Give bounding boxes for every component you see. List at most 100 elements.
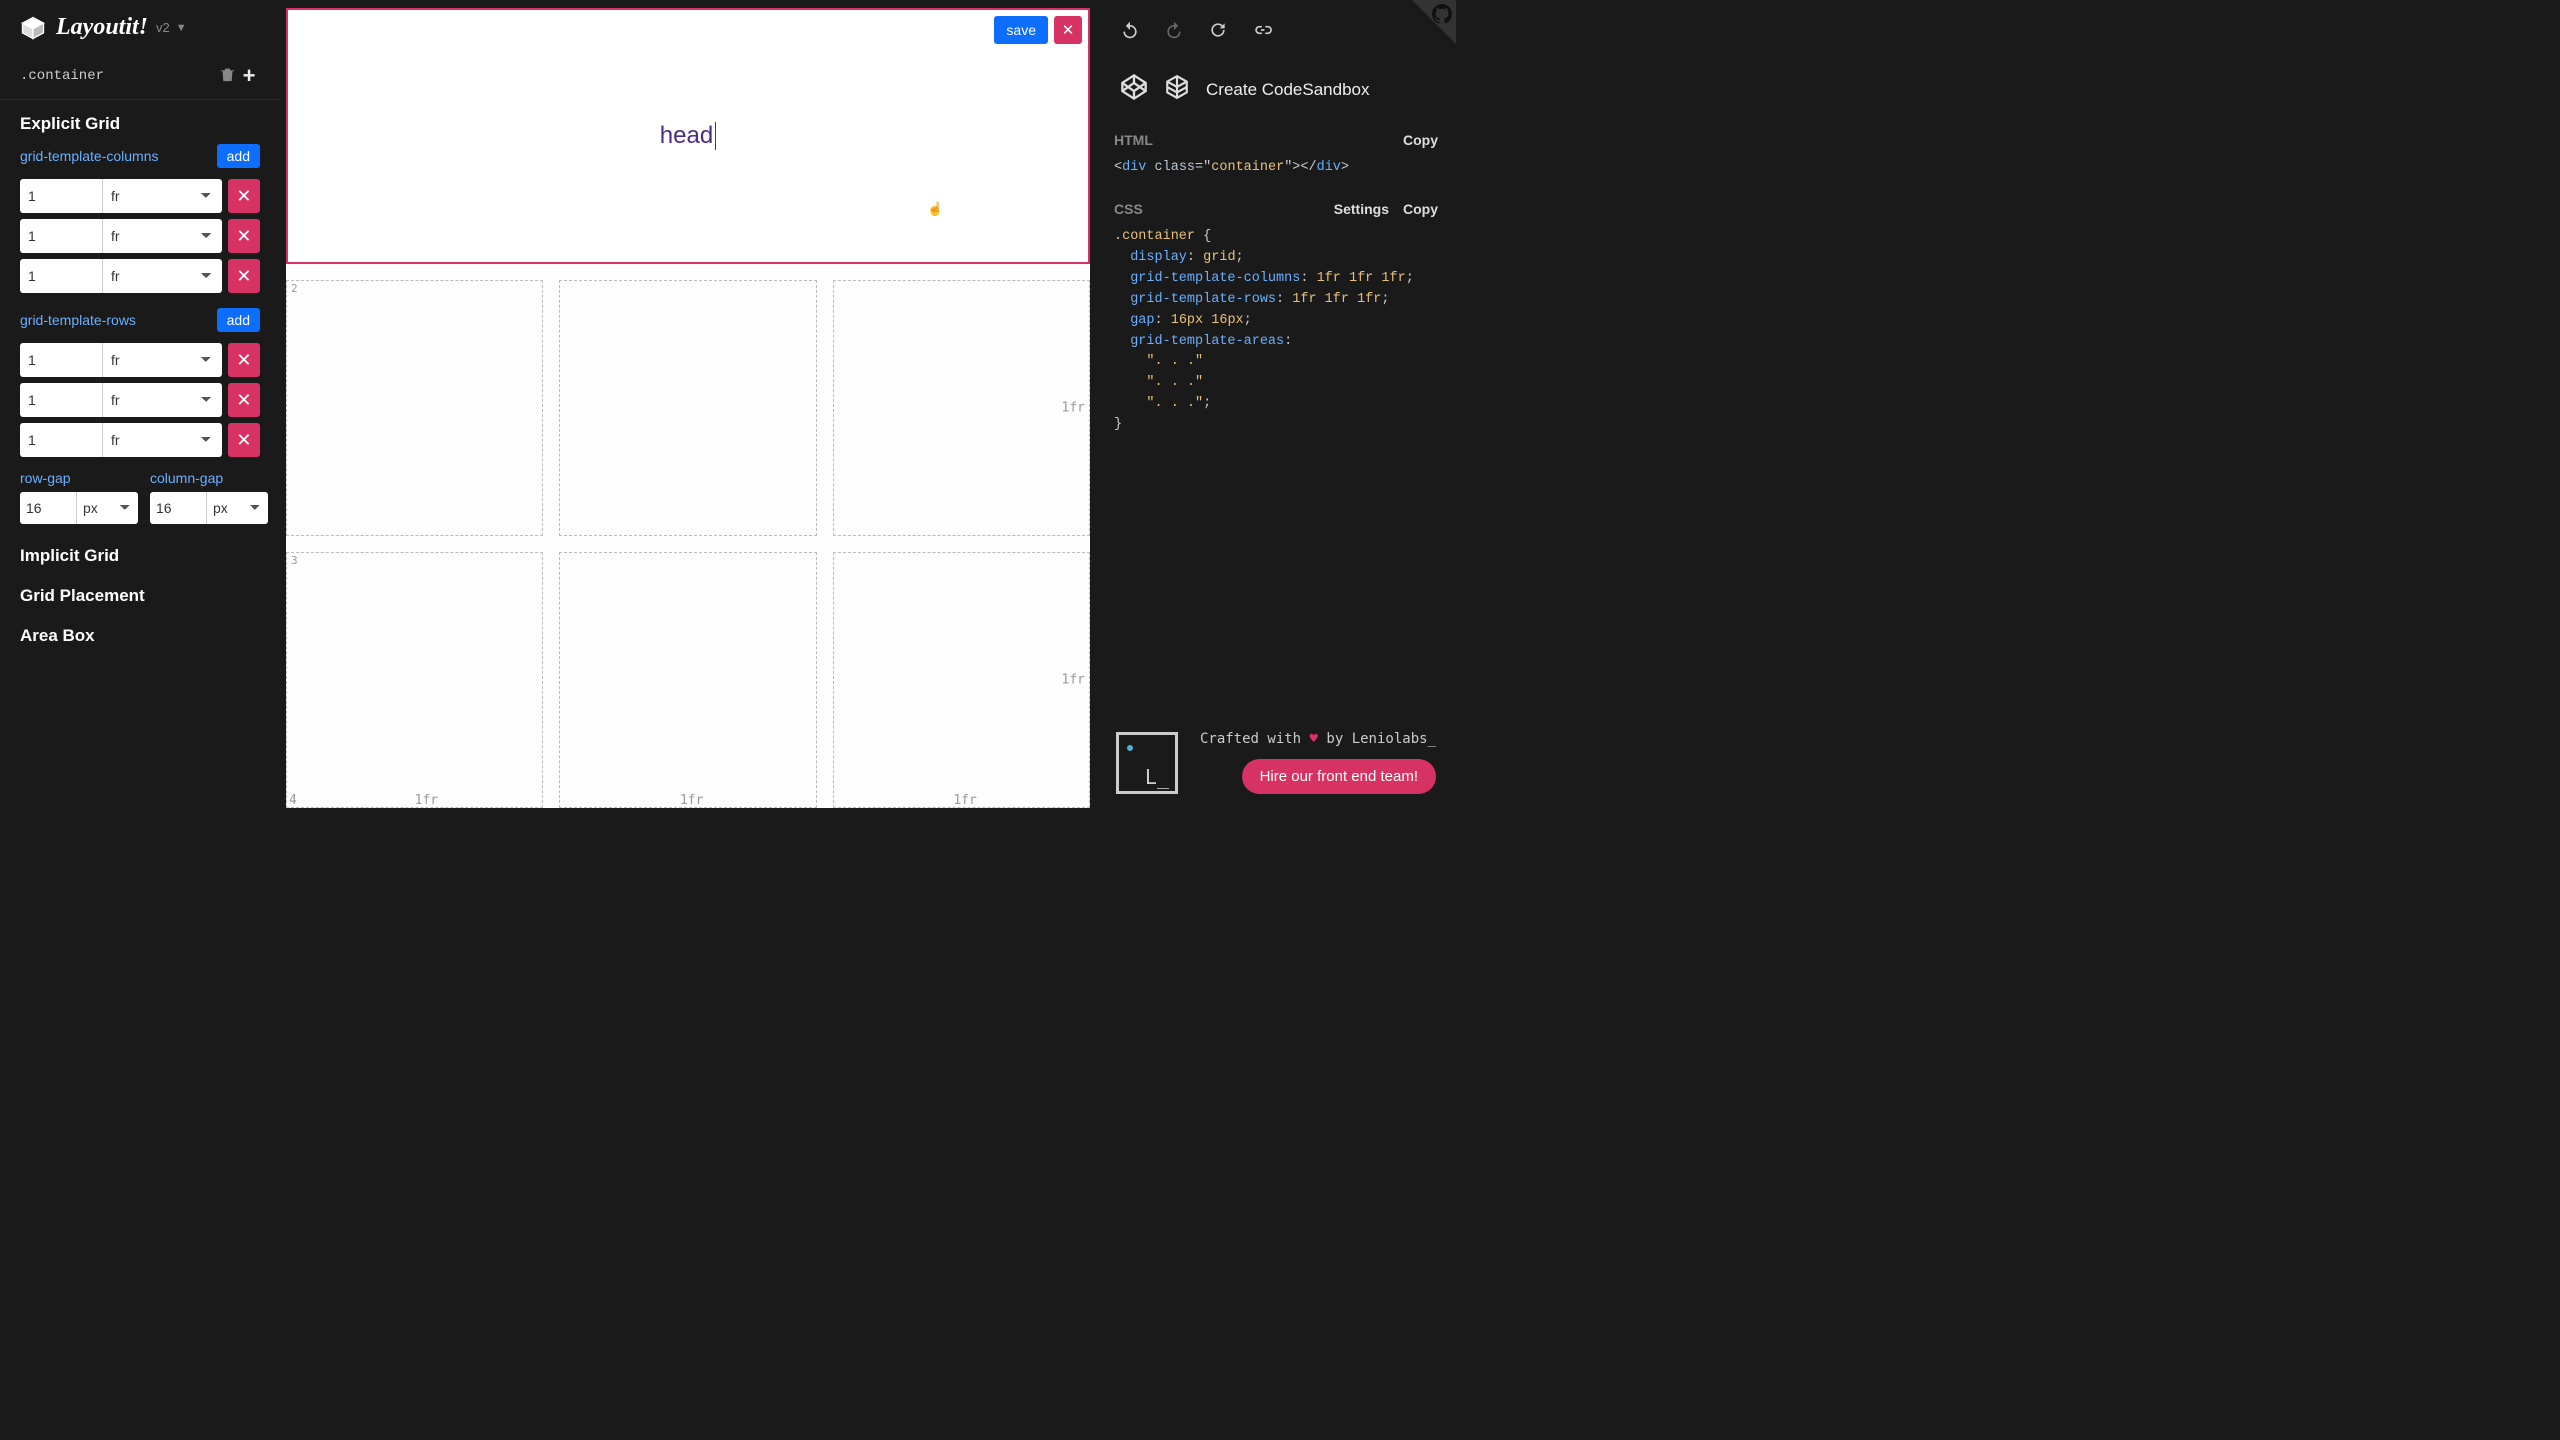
hire-button[interactable]: Hire our front end team! (1242, 759, 1436, 794)
row-1-unit[interactable]: fr (102, 343, 222, 377)
brand-caret-icon[interactable]: ▼ (176, 22, 187, 34)
column-1-value[interactable] (20, 179, 102, 213)
implicit-grid-heading[interactable]: Implicit Grid (0, 524, 280, 576)
row-3-unit[interactable]: fr (102, 423, 222, 457)
row-track-2: fr ✕ (0, 380, 280, 420)
remove-column-2-button[interactable]: ✕ (228, 219, 260, 253)
row-1-value[interactable] (20, 343, 102, 377)
column-gap-unit[interactable]: px (206, 492, 268, 524)
row-gap-col: row-gap px (20, 470, 138, 524)
codesandbox-icon[interactable] (1164, 74, 1190, 105)
add-icon[interactable]: + (238, 63, 260, 89)
grid-cell[interactable] (559, 552, 816, 808)
remove-column-3-button[interactable]: ✕ (228, 259, 260, 293)
export-codesandbox-label[interactable]: Create CodeSandbox (1206, 80, 1370, 100)
link-icon[interactable] (1252, 20, 1272, 45)
column-gap-value[interactable] (150, 492, 206, 524)
remove-row-2-button[interactable]: ✕ (228, 383, 260, 417)
brand-version: v2 (156, 20, 170, 35)
toolbar (1096, 0, 1456, 55)
col-track-label: 1fr (415, 793, 438, 808)
row-line-number: 2 (291, 282, 298, 295)
css-settings-button[interactable]: Settings (1334, 201, 1389, 217)
area-box-heading[interactable]: Area Box (0, 616, 280, 656)
css-header: CSS Settings Copy (1110, 193, 1442, 225)
refresh-icon[interactable] (1208, 20, 1228, 45)
explicit-grid-heading[interactable]: Explicit Grid (0, 100, 280, 144)
gap-row: row-gap px column-gap px (0, 460, 280, 524)
html-section: HTML Copy <div class="container"></div> (1096, 124, 1456, 193)
heart-icon: ♥ (1310, 731, 1318, 747)
rows-label: grid-template-rows (20, 312, 217, 328)
column-3-unit[interactable]: fr (102, 259, 222, 293)
column-1-unit[interactable]: fr (102, 179, 222, 213)
brand-row: Layoutit! v2 ▼ (0, 0, 280, 53)
css-title: CSS (1114, 201, 1320, 217)
html-code[interactable]: <div class="container"></div> (1110, 156, 1442, 193)
footer-text: Crafted with ♥ by Leniolabs_ Hire our fr… (1196, 731, 1436, 794)
grid-cell[interactable] (559, 280, 816, 536)
html-title: HTML (1114, 132, 1389, 148)
save-area-button[interactable]: save (994, 16, 1048, 44)
row-3-value[interactable] (20, 423, 102, 457)
column-track-2: fr ✕ (0, 216, 280, 256)
row-track-label: 1fr (1062, 673, 1085, 688)
redo-icon[interactable] (1164, 20, 1184, 45)
column-gap-col: column-gap px (150, 470, 268, 524)
row-line-number: 3 (291, 554, 298, 567)
selector-row: .container + (0, 53, 280, 100)
row-track-label: 1fr (1062, 401, 1085, 416)
col-track-label: 1fr (680, 793, 703, 808)
columns-label: grid-template-columns (20, 148, 217, 164)
remove-column-1-button[interactable]: ✕ (228, 179, 260, 213)
sidebar: Layoutit! v2 ▼ .container + Explicit Gri… (0, 0, 280, 816)
column-3-value[interactable] (20, 259, 102, 293)
area-save-bar: save ✕ (994, 16, 1082, 44)
row-track-1: fr ✕ (0, 340, 280, 380)
add-column-button[interactable]: add (217, 144, 260, 168)
row-gap-value[interactable] (20, 492, 76, 524)
grid-cell[interactable]: 1fr (833, 552, 1090, 808)
footer: Crafted with ♥ by Leniolabs_ Hire our fr… (1096, 713, 1456, 816)
html-header: HTML Copy (1110, 124, 1442, 156)
cancel-area-button[interactable]: ✕ (1054, 16, 1082, 44)
grid-canvas[interactable]: 2 1fr 3 1fr head save ✕ 4 1fr 1fr 1fr ☝ (286, 8, 1090, 808)
crafted-text: Crafted with ♥ by Leniolabs_ (1200, 731, 1436, 747)
leniolabs-logo-icon[interactable] (1116, 732, 1178, 794)
column-track-1: fr ✕ (0, 176, 280, 216)
github-icon[interactable] (1432, 4, 1452, 29)
rows-prop-row: grid-template-rows add (0, 296, 280, 340)
right-panel: Create CodeSandbox HTML Copy <div class=… (1096, 0, 1456, 816)
columns-prop-row: grid-template-columns add (0, 144, 280, 176)
css-section: CSS Settings Copy .container { display: … (1096, 193, 1456, 450)
grid-cell[interactable]: 1fr (833, 280, 1090, 536)
brand-title: Layoutit! (56, 14, 148, 41)
row-2-unit[interactable]: fr (102, 383, 222, 417)
row-gap-label: row-gap (20, 470, 138, 486)
column-2-value[interactable] (20, 219, 102, 253)
col-track-label: 1fr (953, 793, 976, 808)
grid-area-head[interactable]: head save ✕ (286, 8, 1090, 264)
export-row: Create CodeSandbox (1096, 55, 1456, 124)
grid-cell[interactable]: 2 (286, 280, 543, 536)
row-track-3: fr ✕ (0, 420, 280, 460)
css-copy-button[interactable]: Copy (1403, 201, 1438, 217)
undo-icon[interactable] (1120, 20, 1140, 45)
grid-placement-heading[interactable]: Grid Placement (0, 576, 280, 616)
area-name-input[interactable]: head (660, 122, 716, 150)
selector-name[interactable]: .container (20, 68, 216, 84)
column-gap-label: column-gap (150, 470, 268, 486)
codepen-icon[interactable] (1120, 73, 1148, 106)
column-2-unit[interactable]: fr (102, 219, 222, 253)
add-row-button[interactable]: add (217, 308, 260, 332)
remove-row-1-button[interactable]: ✕ (228, 343, 260, 377)
row-gap-unit[interactable]: px (76, 492, 138, 524)
remove-row-3-button[interactable]: ✕ (228, 423, 260, 457)
css-code[interactable]: .container { display: grid; grid-templat… (1110, 225, 1442, 450)
html-copy-button[interactable]: Copy (1403, 132, 1438, 148)
row-2-value[interactable] (20, 383, 102, 417)
grid-cell[interactable]: 3 (286, 552, 543, 808)
brand-cube-icon (20, 15, 46, 41)
row-line-number: 4 (289, 793, 297, 808)
delete-icon[interactable] (216, 66, 238, 87)
